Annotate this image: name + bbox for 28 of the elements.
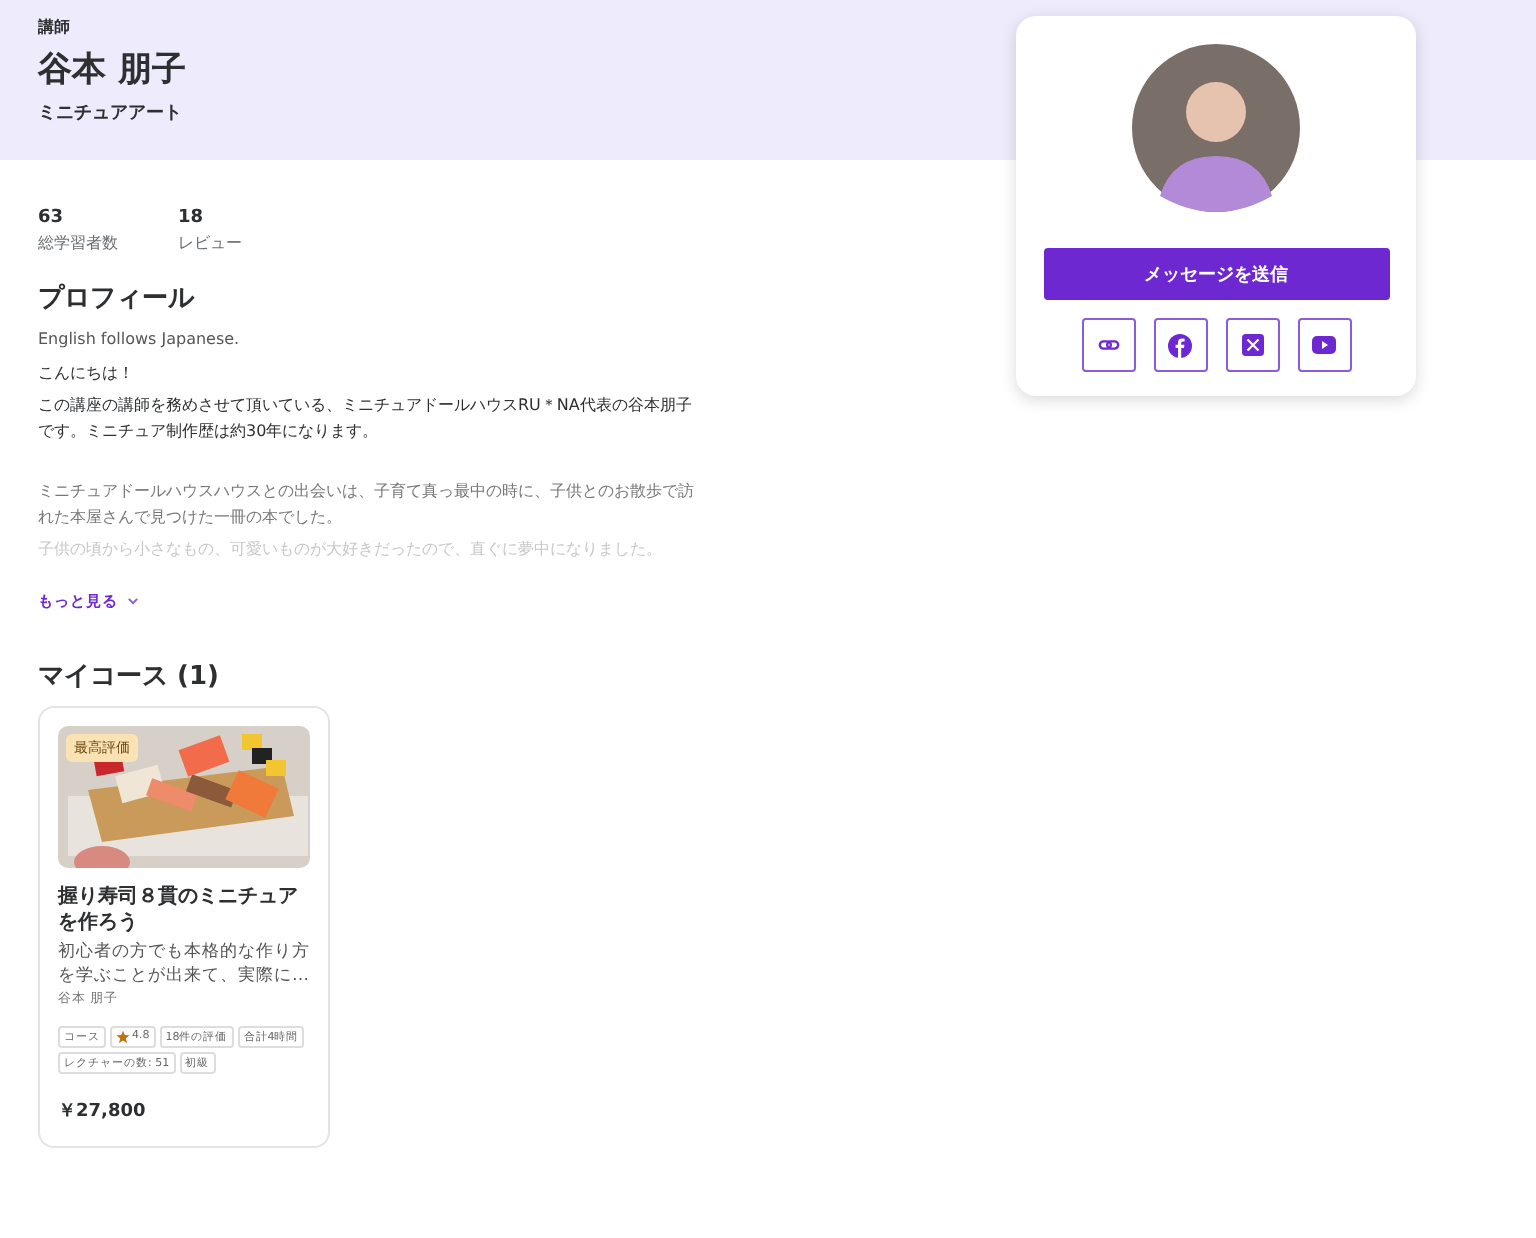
stat-value: 18: [178, 208, 206, 228]
course-description: 初心者の方でも本格的な作り方を学ぶことが出来て、実際に…: [58, 939, 310, 987]
chevron-down-icon: [126, 594, 140, 608]
facebook-icon: [1168, 333, 1192, 357]
send-message-button[interactable]: メッセージを送信: [1043, 248, 1389, 300]
course-title: 握り寿司８貫のミニチュアを作ろう: [58, 883, 300, 935]
social-link-button[interactable]: [1225, 318, 1279, 372]
instructor-subtitle: ミニチュアアート: [38, 102, 184, 126]
stat-label: 総学習者数: [38, 232, 118, 254]
section-heading: マイコース (1): [38, 659, 221, 693]
link-icon: [1097, 334, 1119, 356]
bio-paragraph: ミニチュアドールハウスハウスとの出会いは、子育て真っ最中の時に、子供とのお散歩で訪れた本屋さんで見つけた一冊の本でした。: [38, 480, 696, 529]
bio-paragraph: こんにちは！: [38, 361, 136, 385]
stat-value: 63: [38, 208, 66, 228]
instructor-name: 谷本 朋子: [38, 48, 188, 92]
stat-label: レビュー: [178, 232, 242, 254]
role-label: 講師: [38, 16, 72, 38]
youtube-icon: [1312, 336, 1336, 354]
social-link-button[interactable]: [1153, 318, 1207, 372]
section-heading: プロフィール: [38, 281, 197, 316]
x-logo-icon: [1241, 334, 1263, 356]
avatar-icon: [1132, 44, 1300, 212]
social-link-button[interactable]: [1297, 318, 1351, 372]
website-link-button[interactable]: [1081, 318, 1135, 372]
bio-paragraph: English follows Japanese.: [38, 328, 242, 352]
course-price: ￥27,800: [58, 1099, 148, 1123]
star-icon: [116, 1029, 130, 1043]
bio-paragraph: この講座の講師を務めさせて頂いている、ミニチュアドールハウスRU＊NA代表の谷本朋子です。ミニチュア制作歴は約30年になります。: [38, 394, 694, 443]
